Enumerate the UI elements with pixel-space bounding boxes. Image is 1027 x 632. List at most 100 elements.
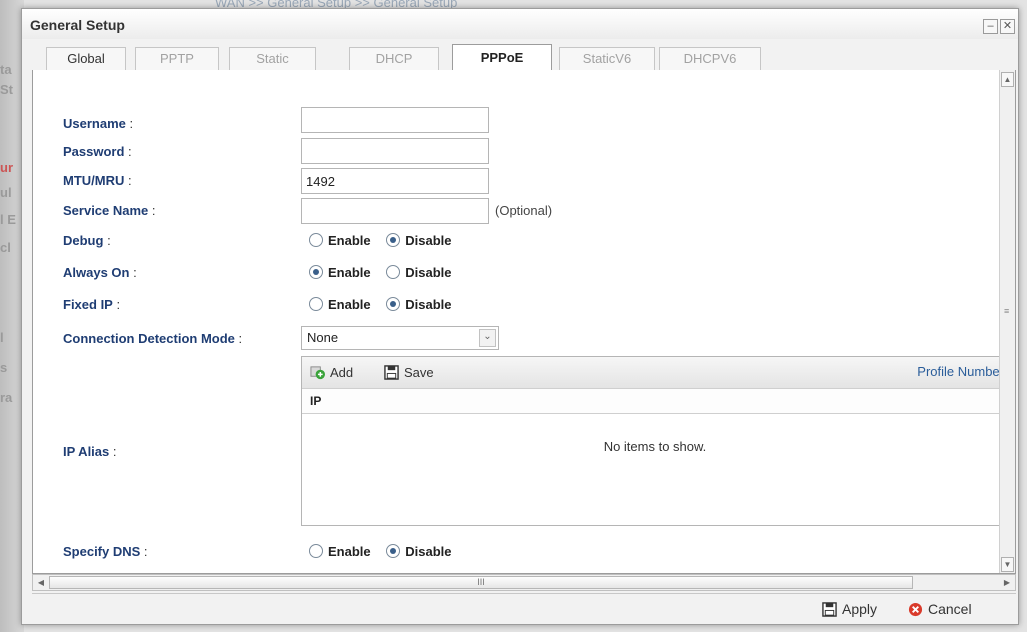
tab-bar: Global PPTP Static DHCP PPPoE StaticV6 D…	[32, 41, 1002, 72]
debug-label-text: Debug	[63, 233, 104, 248]
apply-button[interactable]: Apply	[822, 601, 877, 617]
radio-label: Disable	[405, 265, 452, 280]
grid-toolbar: Add Save Profile Number	[302, 357, 1008, 389]
specify-dns-label-text: Specify DNS	[63, 544, 141, 559]
tab-global[interactable]: Global	[46, 47, 126, 71]
colon: :	[124, 144, 132, 159]
save-button[interactable]: Save	[384, 365, 434, 380]
horizontal-scroll-thumb[interactable]: III	[49, 576, 913, 589]
bg-fragment: l	[0, 330, 4, 345]
chevron-down-icon[interactable]: ⌄	[479, 329, 496, 347]
fixed-ip-label-text: Fixed IP	[63, 297, 113, 312]
minimize-button[interactable]: –	[983, 19, 998, 34]
radio-checked-icon[interactable]	[386, 544, 401, 558]
radio-label: Enable	[328, 544, 371, 559]
colon: :	[148, 203, 156, 218]
bg-fragment: s	[0, 360, 8, 375]
radio-unchecked-icon[interactable]	[309, 297, 323, 311]
save-icon	[822, 602, 837, 617]
ip-alias-label: IP Alias :	[63, 444, 116, 459]
horizontal-scrollbar[interactable]: ◀ III ▶	[32, 574, 1016, 591]
background-breadcrumb: WAN >> General Setup >> General Setup	[215, 0, 458, 8]
save-label: Save	[404, 365, 434, 380]
debug-label: Debug :	[63, 233, 111, 248]
radio-checked-icon[interactable]	[386, 233, 401, 247]
tab-static[interactable]: Static	[229, 47, 316, 71]
optional-hint: (Optional)	[495, 203, 553, 218]
scroll-down-icon[interactable]: ▼	[1001, 557, 1014, 572]
debug-enable-option[interactable]: Enable	[309, 233, 371, 248]
dialog-title: General Setup	[30, 17, 125, 33]
service-name-label-text: Service Name	[63, 203, 149, 218]
tab-pppoe[interactable]: PPPoE	[452, 44, 552, 72]
colon: :	[129, 265, 137, 280]
add-button[interactable]: Add	[310, 365, 353, 380]
vertical-scrollbar[interactable]: ▲ ≡ ▼	[999, 70, 1015, 573]
scroll-grip-icon[interactable]: ≡	[1004, 306, 1009, 316]
radio-label: Enable	[328, 233, 371, 248]
radio-checked-icon[interactable]	[309, 265, 323, 279]
pppoe-panel: Username : Password : MTU/MRU : Service …	[32, 70, 1016, 574]
grid-header: IP	[302, 389, 1008, 414]
debug-disable-option[interactable]: Disable	[386, 233, 452, 248]
apply-label: Apply	[842, 601, 878, 617]
fixed-ip-radio-group: Enable Disable	[309, 297, 464, 312]
radio-unchecked-icon[interactable]	[386, 265, 401, 279]
colon: :	[140, 544, 148, 559]
column-header-ip[interactable]: IP	[310, 394, 321, 408]
bg-fragment: ta	[0, 62, 12, 77]
specify-dns-radio-group: Enable Disable	[309, 544, 464, 559]
mtu-label: MTU/MRU :	[63, 173, 132, 188]
bg-fragment: ur	[0, 160, 13, 175]
tab-pptp[interactable]: PPTP	[135, 47, 219, 71]
scroll-left-icon[interactable]: ◀	[34, 576, 48, 589]
username-label-text: Username	[63, 116, 126, 131]
radio-label: Disable	[405, 544, 452, 559]
always-on-enable-option[interactable]: Enable	[309, 265, 371, 280]
fixed-ip-label: Fixed IP :	[63, 297, 120, 312]
bg-fragment: cl	[0, 240, 11, 255]
detection-mode-select[interactable]: None ⌄	[301, 326, 499, 350]
grid-empty-message: No items to show.	[603, 439, 707, 454]
dialog-titlebar: General Setup – ✕	[22, 9, 1018, 39]
ip-alias-grid: Add Save Profile Number IP No items to s…	[301, 356, 1009, 526]
cancel-icon	[908, 602, 923, 617]
username-field[interactable]	[301, 107, 489, 133]
username-label: Username :	[63, 116, 133, 131]
colon: :	[125, 116, 134, 131]
fixed-ip-disable-option[interactable]: Disable	[386, 297, 452, 312]
radio-unchecked-icon[interactable]	[309, 544, 323, 558]
always-on-disable-option[interactable]: Disable	[386, 265, 452, 280]
service-name-field[interactable]	[301, 198, 489, 224]
general-setup-dialog: General Setup – ✕ Global PPTP Static DHC…	[21, 8, 1019, 625]
bg-fragment: St	[0, 82, 13, 97]
always-on-label-text: Always On	[63, 265, 130, 280]
debug-radio-group: Enable Disable	[309, 233, 464, 248]
close-button[interactable]: ✕	[1000, 19, 1015, 34]
radio-label: Disable	[405, 297, 452, 312]
password-label: Password :	[63, 144, 132, 159]
cancel-label: Cancel	[928, 601, 972, 617]
password-label-text: Password	[63, 144, 125, 159]
scroll-right-icon[interactable]: ▶	[1000, 576, 1014, 589]
fixed-ip-enable-option[interactable]: Enable	[309, 297, 371, 312]
profile-number-link[interactable]: Profile Number	[917, 364, 1004, 379]
detection-mode-label: Connection Detection Mode :	[63, 331, 242, 346]
mtu-label-text: MTU/MRU	[63, 173, 125, 188]
password-field[interactable]	[301, 138, 489, 164]
radio-checked-icon[interactable]	[386, 297, 401, 311]
tab-staticv6[interactable]: StaticV6	[559, 47, 655, 71]
specify-dns-enable-option[interactable]: Enable	[309, 544, 371, 559]
ip-alias-label-text: IP Alias	[63, 444, 110, 459]
cancel-button[interactable]: Cancel	[908, 601, 972, 617]
colon: :	[124, 173, 132, 188]
dialog-footer: Apply Cancel	[32, 593, 1016, 625]
detection-mode-value: None	[307, 330, 339, 345]
scroll-up-icon[interactable]: ▲	[1001, 72, 1014, 87]
mtu-field[interactable]	[301, 168, 489, 194]
radio-unchecked-icon[interactable]	[309, 233, 323, 247]
tab-dhcpv6[interactable]: DHCPV6	[659, 47, 761, 71]
save-icon	[384, 365, 399, 380]
specify-dns-disable-option[interactable]: Disable	[386, 544, 452, 559]
tab-dhcp[interactable]: DHCP	[349, 47, 439, 71]
